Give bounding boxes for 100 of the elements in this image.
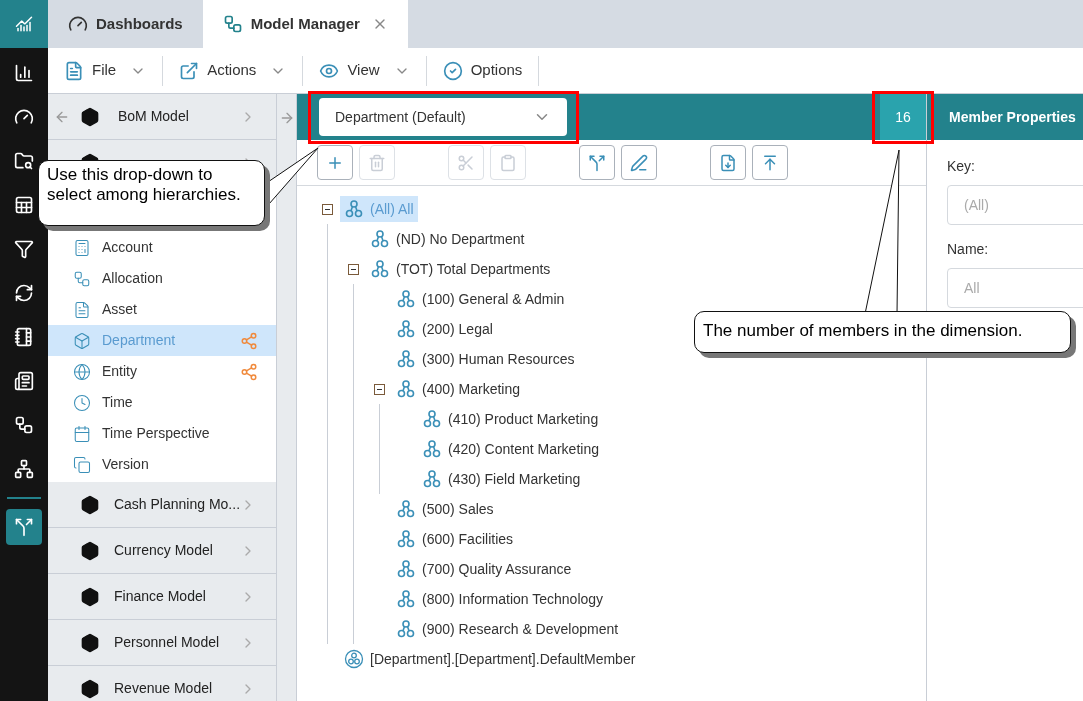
gauge-icon (68, 14, 88, 34)
flowchart-icon (14, 415, 34, 435)
member-icon (396, 559, 416, 579)
menu-button[interactable]: View (311, 55, 427, 86)
model-row[interactable]: Revenue Model (48, 666, 276, 701)
folder-search-icon (14, 151, 34, 171)
hierarchy-dropdown[interactable]: Department (Default) (319, 98, 567, 136)
form-icon (14, 371, 34, 391)
collapse-toggle[interactable] (348, 263, 359, 275)
model-name: Currency Model (114, 541, 214, 560)
model-row[interactable]: BoM Model (48, 94, 276, 140)
calculator-icon (73, 238, 91, 257)
tree-item[interactable]: (430) Field Marketing (418, 466, 585, 492)
model-row[interactable]: Finance Model (48, 574, 276, 620)
dimension-item[interactable]: Time Perspective (48, 418, 276, 449)
file-icon (64, 60, 84, 81)
tree-item[interactable]: (200) Legal (392, 316, 497, 342)
menu-button[interactable]: Options (434, 55, 540, 86)
tree-item[interactable]: (100) General & Admin (392, 286, 569, 312)
chart-icon (15, 15, 33, 33)
model-name: Finance Model (114, 587, 207, 606)
input-field[interactable]: All (947, 268, 1083, 308)
filter-icon (14, 239, 34, 259)
member-icon (422, 409, 442, 429)
tree-item[interactable]: [Department].[Department].DefaultMember (340, 646, 640, 672)
highlight-frame (872, 91, 934, 144)
document-icon (73, 300, 91, 319)
member-icon (396, 499, 416, 519)
member-icon (396, 619, 416, 639)
input-field[interactable]: (All) (947, 185, 1083, 225)
edit-button[interactable] (621, 145, 657, 180)
menu-button[interactable]: File (56, 55, 164, 86)
tree-item[interactable]: (500) Sales (392, 496, 498, 522)
app-logo[interactable] (0, 0, 48, 48)
dimension-item[interactable]: Allocation (48, 263, 276, 294)
tree-item[interactable]: (ND) No Department (366, 226, 529, 252)
member-icon (396, 529, 416, 549)
check-circle-icon (442, 60, 463, 81)
menu-button[interactable]: Actions (171, 55, 304, 86)
member-icon (370, 229, 390, 249)
gauge-icon (14, 107, 34, 127)
refresh-icon (14, 283, 34, 303)
flow-icon (73, 269, 91, 288)
dimension-item[interactable]: Asset (48, 294, 276, 325)
panel-title: Member Properties (949, 107, 1076, 127)
tree-item[interactable]: (300) Human Resources (392, 346, 579, 372)
member-icon (396, 319, 416, 339)
tab-label: Dashboards (96, 13, 183, 34)
tab-label: Model Manager (250, 13, 360, 34)
member-count: 16 (880, 94, 926, 140)
field-label: Key: (947, 157, 976, 176)
collapse-toggle[interactable] (322, 203, 333, 215)
pen-icon (630, 153, 648, 172)
dimension-item[interactable]: Version (48, 449, 276, 480)
tree-item[interactable]: (800) Information Technology (392, 586, 608, 612)
branch-icon (588, 153, 606, 172)
model-row[interactable]: Currency Model (48, 528, 276, 574)
default-member-icon (344, 649, 364, 669)
collapse-toggle[interactable] (374, 383, 385, 395)
tree-item[interactable]: (700) Quality Assurance (392, 556, 576, 582)
dimension-item[interactable]: Account (48, 232, 276, 263)
model-row[interactable]: Cash Planning Mo... (48, 482, 276, 528)
download-icon (719, 153, 737, 172)
sheet-icon (14, 195, 34, 215)
member-icon (396, 379, 416, 399)
hierarchy-icon (14, 459, 34, 479)
upload-icon (761, 153, 779, 172)
tree-item[interactable]: (600) Facilities (392, 526, 518, 552)
copy-icon (73, 455, 91, 474)
tree-item[interactable]: (400) Marketing (392, 376, 525, 402)
member-icon (370, 259, 390, 279)
member-icon (396, 289, 416, 309)
model-row[interactable]: Personnel Model (48, 620, 276, 666)
tree-item[interactable]: (900) Research & Development (392, 616, 623, 642)
member-button[interactable] (579, 145, 615, 180)
member-icon (422, 439, 442, 459)
member-icon (422, 469, 442, 489)
tree-item[interactable]: (420) Content Marketing (418, 436, 603, 462)
clock-icon (73, 393, 91, 412)
model-name: Cash Planning Mo... (113, 495, 241, 514)
dimension-item[interactable]: Entity (48, 356, 276, 387)
member-icon (396, 349, 416, 369)
export-button[interactable] (752, 145, 788, 180)
clipboard-icon (499, 153, 517, 172)
external-link-icon (179, 60, 200, 81)
model-name: BoM Model (118, 107, 190, 126)
bar-chart-icon (14, 63, 34, 83)
tree-item[interactable]: (410) Product Marketing (418, 406, 603, 432)
model-name: Personnel Model (114, 633, 221, 652)
calendar-icon (73, 424, 91, 443)
globe-icon (73, 362, 91, 381)
scissors-icon (457, 153, 475, 172)
field-label: Name: (947, 240, 990, 259)
tree-item[interactable]: (TOT) Total Departments (366, 256, 555, 282)
member-icon (396, 589, 416, 609)
tab[interactable]: Model Manager (202, 0, 408, 48)
member-icon (344, 199, 364, 219)
import-button[interactable] (710, 145, 746, 180)
model-name: Revenue Model (114, 679, 214, 698)
dimension-item[interactable]: Time (48, 387, 276, 418)
